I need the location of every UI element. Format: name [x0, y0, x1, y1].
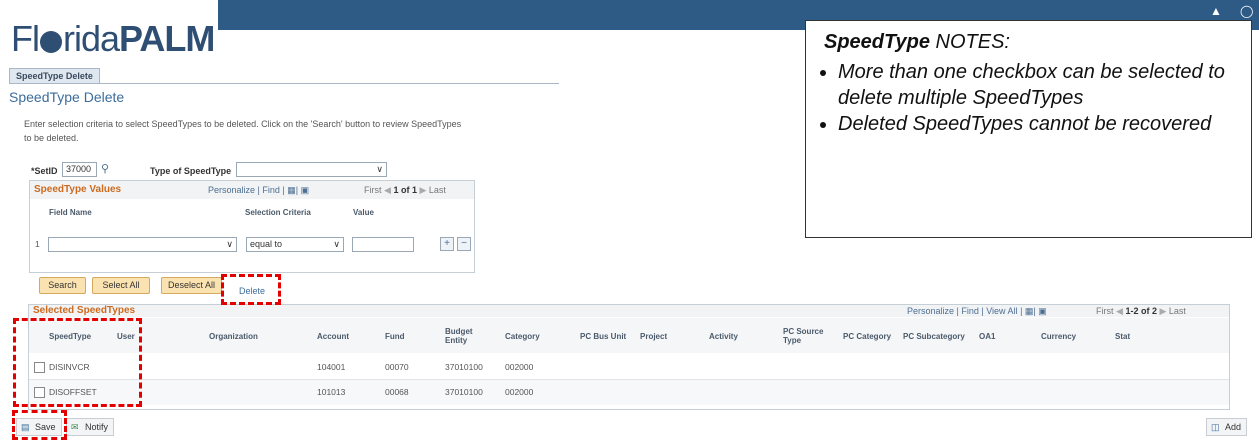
select-all-button[interactable]: Select All	[92, 277, 150, 294]
values-zoom-icon[interactable]: ▣	[301, 185, 310, 195]
values-pager-last[interactable]: Last	[429, 185, 446, 195]
notes-bullet: More than one checkbox can be selected t…	[838, 59, 1258, 111]
col-oa1: OA1	[979, 332, 996, 341]
prev-icon[interactable]: ◀	[1116, 306, 1123, 316]
setid-label: *SetID	[31, 166, 58, 176]
table-row: DISOFFSET 101013 00068 37010100 002000	[29, 380, 1229, 405]
speedtype-values-grid: SpeedType Values Personalize | Find | ▦|…	[29, 180, 475, 273]
fund-value: 00068	[385, 387, 409, 397]
setid-lookup-icon[interactable]: ⚲	[101, 162, 109, 175]
add-button[interactable]: ◫ Add	[1206, 418, 1248, 436]
col-activity: Activity	[709, 332, 738, 341]
value-input[interactable]	[352, 237, 414, 252]
search-button[interactable]: Search	[39, 277, 86, 294]
checkbox-highlight-box	[13, 318, 142, 407]
selected-grid-nav: Personalize | Find | View All | ▦| ▣	[907, 306, 1047, 317]
budget-entity-value: 37010100	[445, 362, 483, 372]
values-grid-nav: Personalize | Find | ▦| ▣	[208, 185, 309, 196]
account-value: 101013	[317, 387, 346, 397]
col-stat: Stat	[1115, 332, 1131, 341]
values-download-icon[interactable]: ▦|	[287, 185, 298, 195]
col-pc-category: PC Category	[843, 332, 892, 341]
col-selection-criteria: Selection Criteria	[245, 208, 311, 217]
values-pager-first[interactable]: First	[364, 185, 382, 195]
logo-seal-icon	[40, 31, 62, 53]
values-pager: First ◀ 1 of 1 ▶ Last	[364, 185, 446, 196]
selected-pager-last[interactable]: Last	[1169, 306, 1186, 316]
selected-speedtypes-grid: Selected SpeedTypes Personalize | Find |…	[28, 304, 1230, 410]
col-organization: Organization	[209, 332, 258, 341]
selected-pager-first[interactable]: First	[1096, 306, 1114, 316]
selected-speedtypes-title: Selected SpeedTypes	[33, 305, 136, 316]
account-value: 104001	[317, 362, 346, 372]
add-icon: ◫	[1211, 422, 1220, 432]
notes-title: SpeedType NOTES:	[824, 31, 1010, 53]
col-field-name: Field Name	[49, 208, 92, 217]
page-title: SpeedType Delete	[9, 89, 125, 105]
add-row-icon[interactable]: +	[440, 237, 454, 251]
type-of-speedtype-label: Type of SpeedType	[150, 166, 232, 176]
instructions-text: Enter selection criteria to select Speed…	[24, 119, 462, 143]
category-value: 002000	[505, 362, 534, 372]
col-pc-subcategory: PC Subcategory	[903, 332, 965, 341]
selected-download-icon[interactable]: ▦|	[1025, 306, 1036, 316]
selected-grid-header-bar	[29, 305, 1229, 317]
next-icon[interactable]: ▶	[1159, 306, 1166, 316]
speedtype-notes-callout: SpeedType NOTES: More than one checkbox …	[805, 20, 1252, 238]
col-category: Category	[505, 332, 540, 341]
prev-icon[interactable]: ◀	[384, 185, 391, 195]
budget-entity-value: 37010100	[445, 387, 483, 397]
selected-zoom-icon[interactable]: ▣	[1038, 306, 1047, 316]
col-budget-entity: Budget Entity	[445, 327, 473, 345]
category-value: 002000	[505, 387, 534, 397]
row-number: 1	[35, 239, 40, 249]
selected-pager-range: 1-2 of 2	[1125, 306, 1157, 316]
florida-palm-logo: Fl ridaPALM	[11, 18, 215, 59]
col-fund: Fund	[385, 332, 405, 341]
col-project: Project	[640, 332, 668, 341]
next-icon[interactable]: ▶	[419, 185, 426, 195]
selected-pager: First ◀ 1-2 of 2 ▶ Last	[1096, 306, 1186, 317]
notes-bullet: Deleted SpeedTypes cannot be recovered	[838, 111, 1258, 137]
selected-personalize-find-link[interactable]: Personalize | Find | View All |	[907, 306, 1022, 316]
col-pc-source-type: PC Source Type	[783, 327, 824, 345]
save-highlight-box	[12, 410, 67, 440]
values-pager-range: 1 of 1	[393, 185, 417, 195]
setid-input[interactable]: 37000	[62, 162, 97, 177]
table-row: DISINVCR 104001 00070 37010100 002000	[29, 354, 1229, 380]
col-currency: Currency	[1041, 332, 1077, 341]
delete-row-icon[interactable]: −	[457, 237, 471, 251]
notifications-icon[interactable]: ▲	[1210, 4, 1224, 18]
type-of-speedtype-select[interactable]	[236, 162, 387, 177]
col-pc-bus-unit: PC Bus Unit	[580, 332, 627, 341]
speedtype-values-title: SpeedType Values	[34, 184, 122, 195]
fund-value: 00070	[385, 362, 409, 372]
notify-button[interactable]: ✉ Notify	[66, 418, 115, 436]
notes-list: More than one checkbox can be selected t…	[822, 59, 1258, 137]
values-personalize-find-link[interactable]: Personalize | Find |	[208, 185, 285, 195]
tab-speedtype-delete[interactable]: SpeedType Delete	[9, 68, 100, 84]
deselect-all-button[interactable]: Deselect All	[161, 277, 222, 294]
col-account: Account	[317, 332, 349, 341]
field-name-select[interactable]	[48, 237, 237, 252]
notify-icon: ✉	[71, 422, 79, 432]
tab-divider	[9, 83, 559, 84]
menu-icon[interactable]: ◯	[1240, 4, 1254, 18]
col-value: Value	[353, 208, 374, 217]
delete-highlight-box	[221, 274, 281, 305]
selection-criteria-select[interactable]: equal to	[246, 237, 344, 252]
